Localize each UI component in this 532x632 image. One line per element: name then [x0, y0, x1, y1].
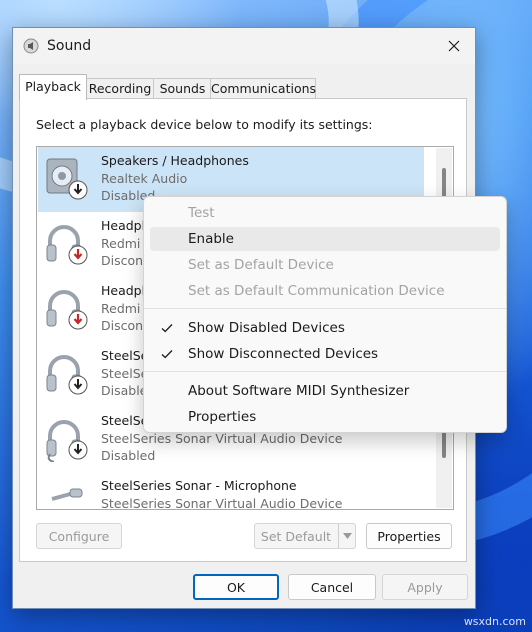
device-driver: SteelSe [101, 366, 149, 381]
close-button[interactable] [433, 28, 475, 64]
window-title: Sound [47, 38, 92, 54]
device-driver: SteelSeries Sonar Virtual Audio Device [101, 431, 343, 446]
set-default-button[interactable]: Set Default [254, 523, 356, 549]
tab-recording[interactable]: Recording [85, 78, 155, 99]
menu-separator [144, 308, 506, 309]
tab-communications[interactable]: Communications [210, 78, 316, 99]
checkmark-icon [161, 350, 173, 359]
device-status: Disable [101, 383, 148, 398]
menu-item-properties[interactable]: Properties [150, 405, 500, 429]
ok-button[interactable]: OK [193, 574, 279, 600]
headset-icon [46, 420, 88, 462]
title-bar[interactable]: Sound [13, 28, 475, 64]
device-name: SteelSeries Sonar - Microphone [101, 478, 297, 493]
device-name: SteelSe [101, 413, 149, 428]
device-driver: SteelSeries Sonar Virtual Audio Device [101, 496, 343, 510]
menu-item-show-disconnected[interactable]: Show Disconnected Devices [150, 342, 500, 366]
configure-button[interactable]: Configure [36, 523, 122, 549]
menu-item-enable[interactable]: Enable [150, 227, 500, 251]
menu-item-show-disabled[interactable]: Show Disabled Devices [150, 316, 500, 340]
headphones-icon [46, 225, 88, 265]
close-icon [448, 40, 460, 52]
microphone-icon [51, 488, 83, 501]
menu-item-test[interactable]: Test [150, 201, 500, 225]
device-name: SteelSe [101, 348, 149, 363]
menu-item-set-default-communication[interactable]: Set as Default Communication Device [150, 279, 500, 303]
menu-separator [144, 371, 506, 372]
instruction-text: Select a playback device below to modify… [36, 117, 373, 132]
set-default-label: Set Default [260, 529, 332, 544]
apply-button[interactable]: Apply [382, 574, 468, 600]
speaker-icon [46, 158, 88, 200]
device-driver: Redmi [101, 301, 141, 316]
properties-button[interactable]: Properties [366, 523, 452, 549]
set-default-dropdown[interactable] [338, 524, 355, 548]
device-status: Disabled [101, 448, 156, 463]
device-item[interactable]: SteelSeries Sonar - Microphone SteelSeri… [38, 472, 424, 510]
device-driver: Realtek Audio [101, 171, 188, 186]
checkmark-icon [161, 324, 173, 333]
tab-sounds[interactable]: Sounds [153, 78, 212, 99]
cancel-button[interactable]: Cancel [288, 574, 376, 600]
menu-item-about-midi[interactable]: About Software MIDI Synthesizer [150, 379, 500, 403]
scrollbar-thumb[interactable] [442, 430, 446, 458]
chevron-down-icon [342, 533, 352, 539]
headset-icon [46, 355, 88, 395]
tab-playback[interactable]: Playback [19, 74, 87, 100]
device-name: Speakers / Headphones [101, 153, 249, 168]
watermark: wsxdn.com [463, 615, 526, 628]
headphones-icon [46, 290, 88, 330]
speaker-icon [23, 38, 39, 54]
context-menu: Test Enable Set as Default Device Set as… [143, 196, 507, 433]
menu-item-set-default[interactable]: Set as Default Device [150, 253, 500, 277]
device-driver: Redmi [101, 236, 141, 251]
